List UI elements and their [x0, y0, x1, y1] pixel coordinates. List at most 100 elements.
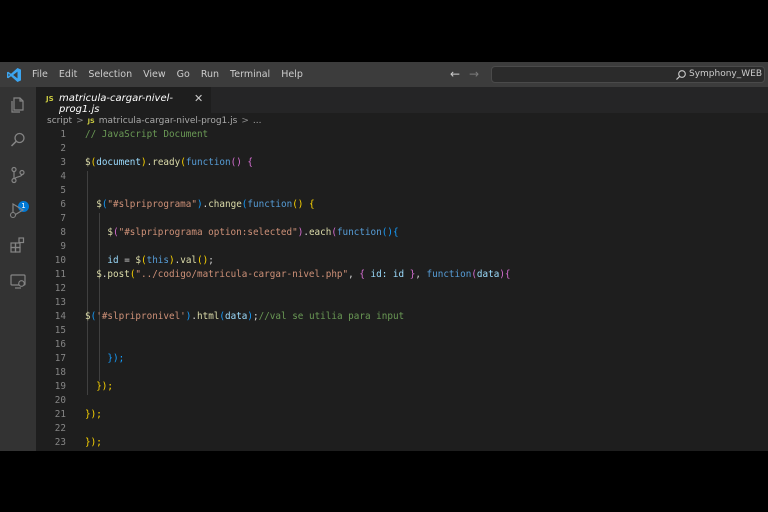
code-token: each: [308, 227, 332, 238]
code-token: data: [476, 269, 500, 280]
code-token: {: [309, 199, 315, 210]
code-token: });: [85, 437, 102, 448]
search-icon: [676, 70, 686, 80]
code-token: this: [146, 255, 169, 266]
code-token: function: [426, 269, 472, 280]
menu-file[interactable]: File: [32, 69, 48, 80]
code-token: });: [96, 381, 113, 392]
code-token: id: id: [364, 269, 410, 280]
code-token: data: [225, 311, 248, 322]
line-number: 20: [54, 395, 66, 406]
code-token: =: [118, 255, 136, 266]
code-token: {: [504, 269, 511, 280]
arrow-right-icon[interactable]: →: [469, 67, 479, 81]
line-number: 9: [60, 241, 66, 252]
extensions-icon[interactable]: [8, 235, 28, 255]
line-number: 2: [60, 143, 66, 154]
code-line: id = $(this).val();: [85, 255, 214, 266]
code-token: ready: [152, 157, 181, 168]
menu-terminal[interactable]: Terminal: [230, 69, 270, 80]
menu-edit[interactable]: Edit: [59, 69, 77, 80]
code-line: // JavaScript Document: [85, 129, 208, 140]
js-file-icon: JS: [87, 117, 95, 125]
command-center-search[interactable]: Symphony_WEB: [491, 66, 765, 83]
explorer-icon[interactable]: [8, 95, 28, 115]
code-token: (): [381, 227, 393, 238]
code-token: change: [208, 199, 242, 210]
breadcrumb-folder[interactable]: script: [47, 116, 72, 126]
code-line: });: [85, 381, 113, 392]
code-line: $("#slpriprograma").change(function() {: [85, 199, 315, 210]
menu-selection[interactable]: Selection: [88, 69, 132, 80]
code-token: "../codigo/matricula-cargar-nivel.php": [135, 269, 349, 280]
code-token: ,: [415, 269, 427, 280]
line-number: 8: [60, 227, 66, 238]
code-token: (): [197, 255, 209, 266]
code-line: $("#slpriprograma option:selected").each…: [85, 227, 399, 238]
code-token: });: [107, 353, 125, 364]
line-number: 22: [54, 423, 66, 434]
code-token: (): [292, 199, 304, 210]
line-number: 13: [54, 297, 66, 308]
code-token: id: [107, 255, 119, 266]
code-editor[interactable]: 1// JavaScript Document 2 3 $(document).rea…: [36, 129, 768, 451]
line-number: 16: [54, 339, 66, 350]
code-token: {: [247, 157, 254, 168]
chevron-right-icon: >: [241, 116, 249, 126]
code-line: $.post("../codigo/matricula-cargar-nivel…: [85, 269, 511, 280]
arrow-left-icon[interactable]: ←: [450, 67, 460, 81]
code-token: document: [96, 157, 141, 168]
line-number: 3: [60, 157, 66, 168]
code-line: });: [85, 409, 102, 420]
line-number: 18: [54, 367, 66, 378]
breadcrumb-file[interactable]: matricula-cargar-nivel-prog1.js: [99, 116, 238, 126]
code-token: ,: [348, 269, 360, 280]
search-icon[interactable]: [8, 130, 28, 150]
code-token: {: [392, 227, 399, 238]
line-number: 12: [54, 283, 66, 294]
line-number: 15: [54, 325, 66, 336]
menu-view[interactable]: View: [143, 69, 166, 80]
line-number: 23: [54, 437, 66, 448]
editor-tab[interactable]: JS matricula-cargar-nivel-prog1.js ✕: [36, 87, 211, 115]
code-line: });: [85, 437, 102, 448]
code-token: (): [230, 157, 242, 168]
menu-go[interactable]: Go: [177, 69, 190, 80]
code-token: function: [185, 157, 231, 168]
source-control-icon[interactable]: [8, 165, 28, 185]
line-number: 6: [60, 199, 66, 210]
line-number: 17: [54, 353, 66, 364]
tab-label: matricula-cargar-nivel-prog1.js: [59, 93, 173, 115]
code-token: "#slpriprograma": [107, 199, 197, 210]
code-token: function: [247, 199, 293, 210]
line-number: 7: [60, 213, 66, 224]
menu-help[interactable]: Help: [281, 69, 303, 80]
line-number: 21: [54, 409, 66, 420]
js-file-icon: JS: [46, 95, 54, 103]
code-token: val: [180, 255, 198, 266]
code-line: $('#slpripronivel').html(data);//val se …: [85, 311, 404, 322]
line-number: 1: [60, 129, 66, 140]
line-number: 5: [60, 185, 66, 196]
remote-explorer-icon[interactable]: [8, 271, 28, 291]
code-token: '#slpripronivel': [96, 311, 186, 322]
editor-tab-bar: JS matricula-cargar-nivel-prog1.js ✕: [36, 87, 768, 115]
close-icon[interactable]: ✕: [194, 92, 203, 105]
line-number: 4: [60, 171, 66, 182]
breadcrumb-symbol[interactable]: ...: [253, 116, 262, 126]
code-token: post: [107, 269, 130, 280]
vscode-logo-icon: [7, 68, 21, 82]
code-token: ;: [208, 255, 214, 266]
chevron-right-icon: >: [76, 116, 84, 126]
code-token: html: [197, 311, 220, 322]
line-number: 14: [54, 311, 66, 322]
menu-run[interactable]: Run: [201, 69, 219, 80]
run-debug-icon[interactable]: [7, 200, 27, 220]
code-line: $(document).ready(function() {: [85, 157, 253, 168]
line-number: 10: [54, 255, 66, 266]
